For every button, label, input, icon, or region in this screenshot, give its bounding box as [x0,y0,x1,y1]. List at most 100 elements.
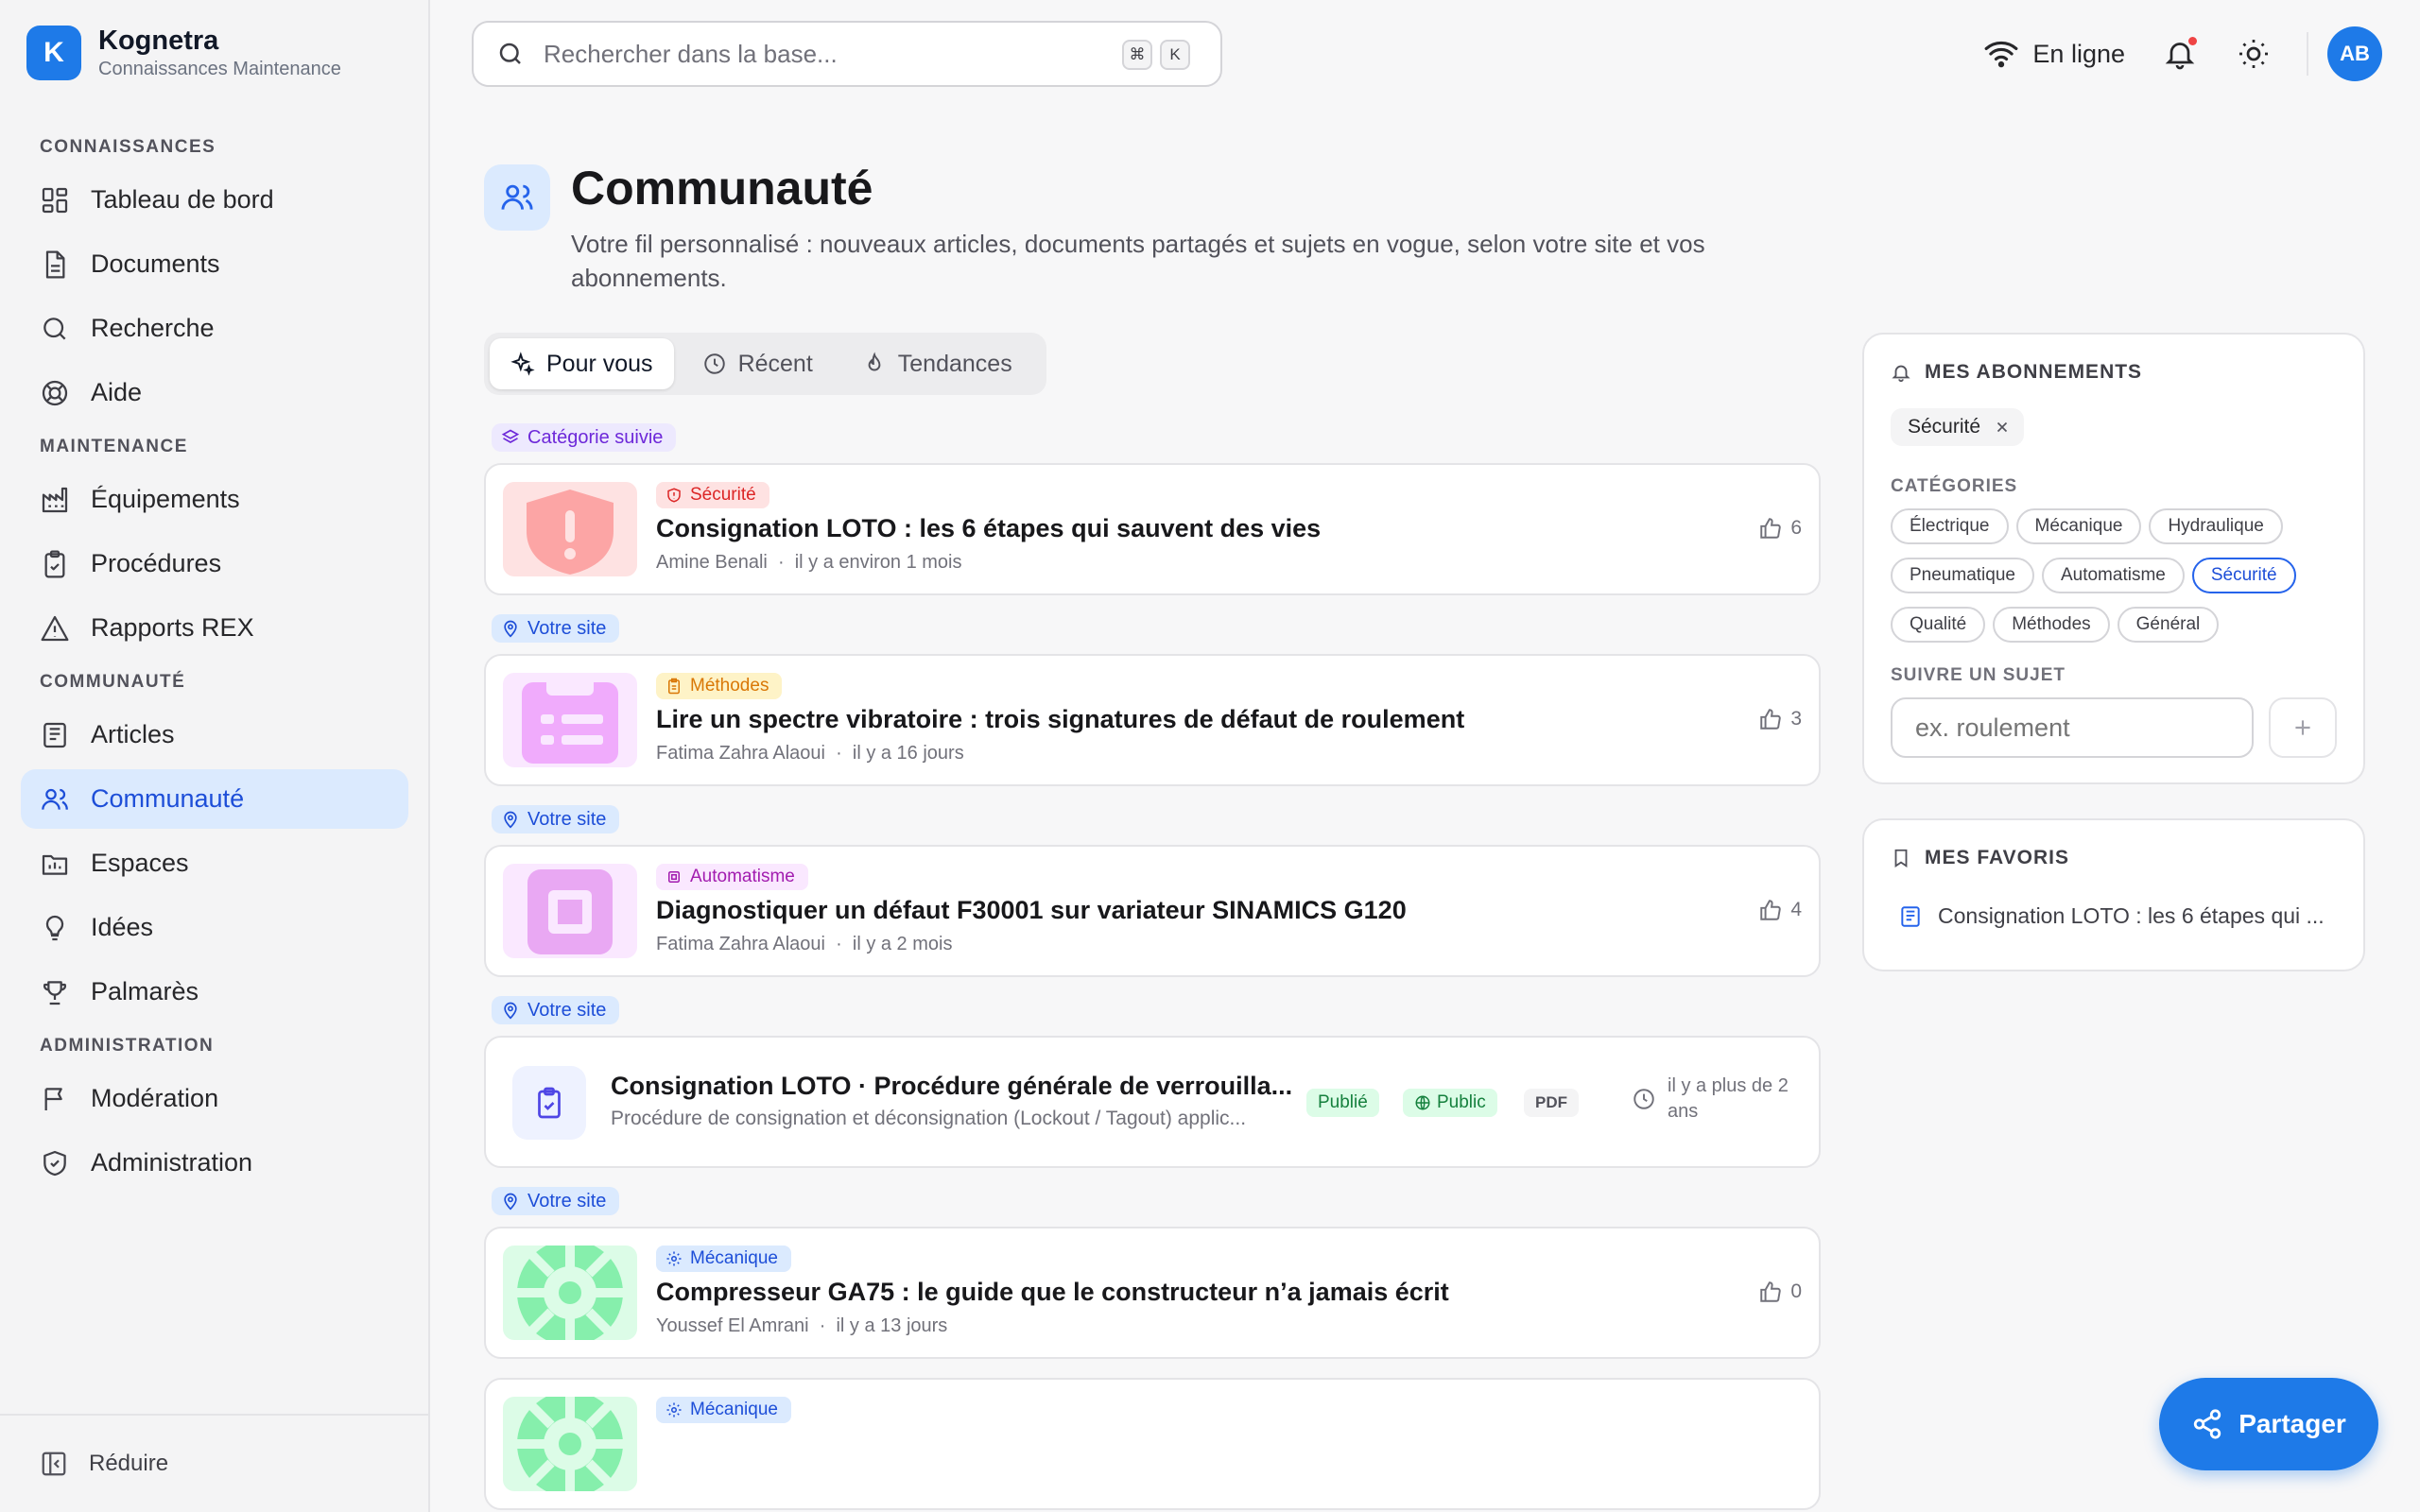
theme-toggle-button[interactable] [2233,33,2274,75]
sidebar-item-idees[interactable]: Idées [21,898,408,957]
folder-icon [42,854,68,875]
article-thumbnail-icon [503,482,637,576]
feed-tabs: Pour vous Récent Tendances [484,333,1046,395]
sidebar-item-palmares[interactable]: Palmarès [21,962,408,1022]
article-meta: Fatima Zahra Alaoui · il y a 2 mois [656,934,952,955]
document-icon [45,250,65,278]
tab-recent[interactable]: Récent [682,338,834,389]
category-chip[interactable]: Sécurité [2191,558,2296,593]
search-input[interactable] [544,39,1111,69]
sidebar-item-equipements[interactable]: Équipements [21,470,408,529]
category-label: Sécurité [690,485,756,505]
share-button[interactable]: Partager [2159,1378,2378,1470]
category-chip[interactable]: Méthodes [1993,607,2110,643]
topbar: ⌘ K En ligne AB [432,0,2420,107]
collapse-icon [42,1452,66,1476]
sidebar-item-label: Articles [91,720,175,748]
status-text: En ligne [2032,39,2125,68]
like-button[interactable]: 3 [1758,707,1802,731]
favorite-item[interactable]: Consignation LOTO : les 6 étapes qui ... [1898,903,2325,929]
page-title: Communauté [571,162,873,215]
clipboard-icon [44,550,65,577]
status-label: Publié [1318,1092,1368,1112]
notifications-button[interactable] [2159,33,2201,75]
category-chip[interactable]: Qualité [1891,607,1986,643]
search-icon [499,43,521,64]
categories-title: CATÉGORIES [1891,476,2018,496]
like-count: 6 [1790,517,1802,539]
sidebar-item-administration[interactable]: Administration [21,1133,408,1193]
article-title: Consignation LOTO : les 6 étapes qui sau… [656,514,1322,542]
follow-topic-title: SUIVRE UN SUJET [1891,665,2066,685]
sidebar-item-documents[interactable]: Documents [21,234,408,294]
category-label: Automatisme [690,867,795,886]
sidebar-item-articles[interactable]: Articles [21,705,408,765]
article-card[interactable]: Automatisme Diagnostiquer un défaut F300… [484,845,1821,977]
like-button[interactable]: 4 [1758,898,1802,922]
article-thumbnail-icon [503,864,637,958]
sidebar-item-label: Modération [91,1084,219,1112]
article-thumbnail [503,673,637,767]
sidebar-item-aide[interactable]: Aide [21,363,408,422]
sidebar: K Kognetra Connaissances Maintenance CON… [0,0,430,1512]
sidebar-item-tableau-de-bord[interactable]: Tableau de bord [21,170,408,230]
flag-icon [44,1087,62,1110]
sidebar-item-label: Documents [91,249,220,278]
sun-icon [2239,40,2268,68]
article-time: il y a 13 jours [836,1315,948,1336]
category-badge: Méthodes [656,673,783,699]
category-icon [668,871,680,883]
brand[interactable]: K Kognetra Connaissances Maintenance [26,25,341,81]
tab-pour-vous[interactable]: Pour vous [490,338,674,389]
category-chip[interactable]: Général [2117,607,2220,643]
article-author: Fatima Zahra Alaoui [656,934,825,954]
like-button[interactable]: 6 [1758,516,1802,541]
article-card[interactable]: Mécanique Compresseur GA75 : le guide qu… [484,1227,1821,1359]
sidebar-section-title: CONNAISSANCES [40,137,216,157]
thumbs-up-icon [1760,900,1782,920]
shortcut-key-cmd: ⌘ [1122,40,1152,70]
article-thumbnail [503,864,637,958]
meta-separator: · [767,552,795,573]
category-chip[interactable]: Électrique [1891,508,2009,544]
like-count: 4 [1790,899,1802,920]
category-chip[interactable]: Pneumatique [1891,558,2034,593]
collapse-sidebar-button[interactable]: Réduire [0,1414,430,1512]
category-chip[interactable]: Mécanique [2015,508,2142,544]
document-title: Consignation LOTO · Procédure générale d… [611,1072,1293,1100]
article-card[interactable]: Mécanique [484,1378,1821,1510]
sidebar-item-espaces[interactable]: Espaces [21,833,408,893]
add-topic-button[interactable] [2269,697,2337,758]
time-label: il y a plus de 2 ans [1668,1075,1789,1122]
share-label: Partager [2238,1409,2346,1438]
follow-topic-input[interactable] [1891,697,2254,758]
category-label: Mécanique [690,1400,778,1419]
like-button[interactable]: 0 [1758,1280,1802,1304]
category-badge: Mécanique [656,1246,791,1272]
category-chip[interactable]: Automatisme [2041,558,2185,593]
search-box[interactable]: ⌘ K [472,21,1222,87]
article-card[interactable]: Méthodes Lire un spectre vibratoire : tr… [484,654,1821,786]
user-avatar[interactable]: AB [2327,26,2382,81]
map-pin-icon [504,1002,517,1020]
document-card[interactable]: Consignation LOTO · Procédure générale d… [484,1036,1821,1168]
sidebar-item-recherche[interactable]: Recherche [21,299,408,358]
article-card[interactable]: Sécurité Consignation LOTO : les 6 étape… [484,463,1821,595]
visibility-badge: Public [1403,1089,1497,1117]
format-badge: PDF [1524,1089,1579,1117]
sidebar-item-rapports-rex[interactable]: Rapports REX [21,598,408,658]
lightbulb-icon [45,915,64,940]
article-author: Amine Benali [656,552,768,573]
status-badge: Publié [1306,1089,1379,1117]
sidebar-item-communaute[interactable]: Communauté [21,769,408,829]
your-site-tag: Votre site [492,1187,620,1215]
remove-subscription-icon[interactable] [1994,419,2011,436]
category-chip[interactable]: Hydraulique [2149,508,2283,544]
category-icon [668,678,680,695]
tab-tendances[interactable]: Tendances [841,338,1033,389]
sidebar-item-procedures[interactable]: Procédures [21,534,408,593]
sidebar-nav: CONNAISSANCES Tableau de bord Documents Rec… [21,123,408,1197]
article-time: il y a 16 jours [852,743,964,764]
sidebar-item-moderation[interactable]: Modération [21,1069,408,1128]
article-thumbnail [503,1397,637,1491]
